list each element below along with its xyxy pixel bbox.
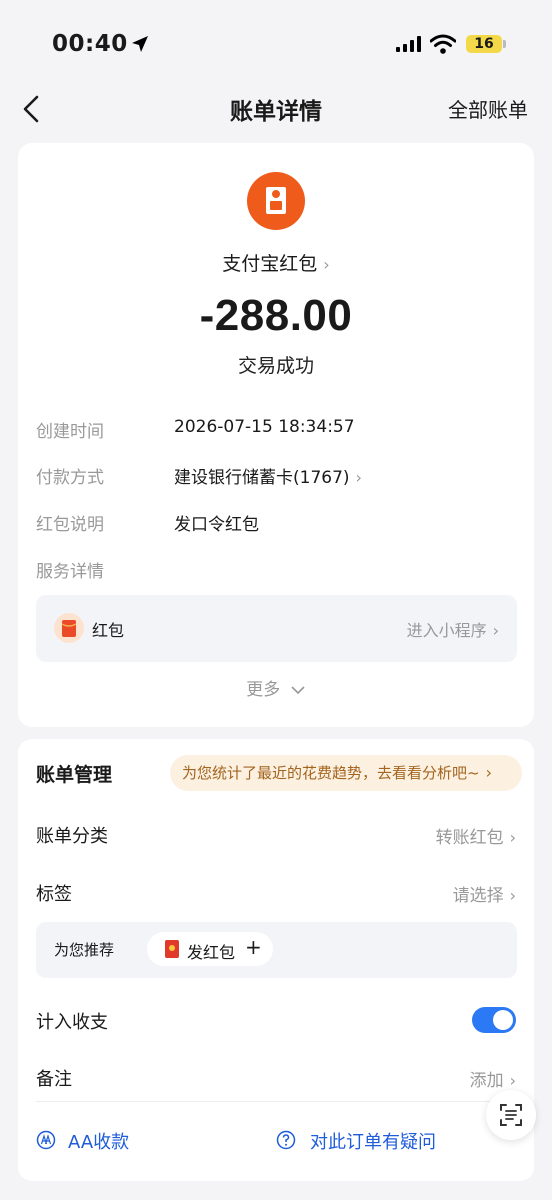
toggle-knob xyxy=(493,1010,513,1030)
service-details-label: 服务详情 xyxy=(36,562,104,582)
signal-icon xyxy=(396,36,421,52)
red-packet-desc-label: 红包说明 xyxy=(36,515,104,535)
chevron-right-icon: › xyxy=(355,468,362,487)
chevron-right-icon: › xyxy=(485,763,492,782)
red-packet-icon xyxy=(54,613,84,643)
recommend-label: 为您推荐 xyxy=(54,941,115,959)
scan-text-icon xyxy=(500,1104,522,1126)
tag-selector[interactable]: 请选择 › xyxy=(453,881,516,906)
red-packet-desc-value: 发口令红包 xyxy=(174,515,259,535)
nav-bar: 账单详情 全部账单 xyxy=(0,88,552,128)
tag-label: 标签 xyxy=(36,884,72,905)
chevron-right-icon: › xyxy=(509,1071,516,1090)
red-packet-icon xyxy=(247,172,305,230)
bill-detail-card: 支付宝红包 › -288.00 交易成功 创建时间 2026-07-15 18:3… xyxy=(18,143,534,727)
created-time-value: 2026-07-15 18:34:57 xyxy=(174,417,355,437)
mini-program-label: 进入小程序 xyxy=(406,621,487,640)
location-arrow-icon xyxy=(132,36,148,52)
bill-management-card: 账单管理 为您统计了最近的花费趋势，去看看分析吧~ › 账单分类 转账红包 › 标签… xyxy=(18,739,534,1181)
chevron-right-icon: › xyxy=(492,621,499,640)
transaction-status: 交易成功 xyxy=(237,355,314,377)
spending-trend-banner[interactable]: 为您统计了最近的花费趋势，去看看分析吧~ › xyxy=(170,755,522,791)
tag-value: 请选择 xyxy=(452,886,504,906)
aa-collect-link[interactable]: AA收款 xyxy=(68,1128,129,1154)
include-in-stats-toggle[interactable] xyxy=(472,1007,516,1033)
payment-method-value: 建设银行储蓄卡(1767) xyxy=(174,468,350,488)
category-value: 转账红包 xyxy=(435,828,504,848)
payment-method-link[interactable]: 建设银行储蓄卡(1767) › xyxy=(174,463,362,488)
divider xyxy=(36,1101,516,1102)
category-label: 账单分类 xyxy=(36,826,108,847)
chevron-down-icon xyxy=(291,686,305,695)
include-label: 计入收支 xyxy=(36,1012,108,1033)
chevron-right-icon: › xyxy=(323,255,330,274)
created-time-label: 创建时间 xyxy=(36,422,104,442)
tag-recommendation: 为您推荐 发红包 + xyxy=(36,922,517,978)
battery-icon: 16 xyxy=(466,35,502,53)
note-label: 备注 xyxy=(36,1069,72,1090)
recommend-tag-chip[interactable]: 发红包 + xyxy=(147,932,273,966)
status-bar: 00:40 16 xyxy=(0,0,552,88)
amount: -288.00 xyxy=(199,291,353,340)
red-packet-icon xyxy=(165,940,179,958)
chip-label: 发红包 xyxy=(187,943,236,962)
service-name: 红包 xyxy=(92,621,125,640)
promo-text: 为您统计了最近的花费趋势，去看看分析吧~ xyxy=(182,764,480,782)
status-time: 00:40 xyxy=(52,31,128,57)
aa-icon xyxy=(36,1130,56,1150)
note-value: 添加 xyxy=(469,1071,504,1091)
order-question-link[interactable]: 对此订单有疑问 xyxy=(310,1128,436,1154)
battery-cap xyxy=(503,40,506,48)
mini-program-link[interactable]: 进入小程序 › xyxy=(407,617,499,641)
wifi-icon xyxy=(430,34,456,54)
all-bills-link[interactable]: 全部账单 xyxy=(448,94,528,123)
management-title: 账单管理 xyxy=(36,764,113,786)
plus-icon: + xyxy=(245,935,262,959)
chevron-right-icon: › xyxy=(509,886,516,905)
chevron-right-icon: › xyxy=(509,828,516,847)
scan-text-button[interactable] xyxy=(486,1090,536,1140)
more-button[interactable]: 更多 xyxy=(18,675,534,700)
payment-method-label: 付款方式 xyxy=(36,468,104,488)
more-label: 更多 xyxy=(246,680,281,700)
add-note-button[interactable]: 添加 › xyxy=(470,1066,516,1091)
merchant-link[interactable]: 支付宝红包 › xyxy=(18,249,534,276)
question-icon xyxy=(276,1130,296,1150)
merchant-name: 支付宝红包 xyxy=(222,253,318,275)
category-selector[interactable]: 转账红包 › xyxy=(436,823,516,848)
service-item[interactable]: 红包 进入小程序 › xyxy=(36,595,517,662)
